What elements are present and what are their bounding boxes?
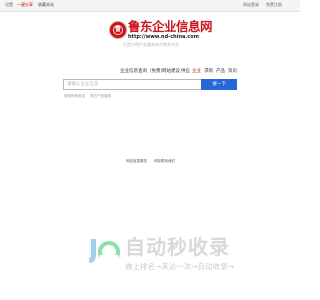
tab-site-building[interactable]: 网站建设 <box>162 68 180 76</box>
footer-contact-link[interactable]: 网站联系我们 <box>154 159 175 164</box>
watermark-j-shape <box>89 239 96 263</box>
watermark-ring-gap <box>100 255 118 263</box>
login-link[interactable]: 网站登录 <box>243 2 259 8</box>
top-bar: 设置 一键分享 收藏本站 网站登录 免费注册 <box>0 0 300 12</box>
watermark-subtitle: 做上排名→来访一次→自动收录→ <box>125 262 234 271</box>
tab-products[interactable]: 产品 <box>216 68 225 76</box>
register-link[interactable]: 免费注册 <box>266 2 282 8</box>
tab-news[interactable]: 资讯 <box>228 68 237 76</box>
settings-link[interactable]: 设置 <box>5 2 13 8</box>
footer-service-link[interactable]: 网站信息服务 <box>126 159 147 164</box>
search-input[interactable] <box>63 79 201 90</box>
site-title[interactable]: 鲁东企业信息网 <box>128 19 213 34</box>
tab-purchase[interactable]: 求购 <box>204 68 213 76</box>
other-search-link[interactable]: 其它产品搜索 <box>90 94 111 99</box>
logo-emblem-icon[interactable]: 鲁 <box>109 21 127 39</box>
emblem-glyph: 鲁 <box>114 26 121 33</box>
watermark-title: 自动秒收录 <box>125 235 230 259</box>
watermark-logo-icon <box>89 239 120 263</box>
search-button[interactable]: 搜一下 <box>201 79 237 90</box>
search-all-link[interactable]: 搜索所有信息 <box>64 94 85 99</box>
tab-supply[interactable]: 供应 <box>181 68 190 76</box>
bookmark-link[interactable]: 收藏本站 <box>38 2 54 8</box>
site-url: http://www.nd-china.com <box>128 34 199 40</box>
tab-enterprise[interactable]: 企业 <box>192 68 201 76</box>
site-slogan: 打造宁德产业服务电子商务平台 <box>123 42 179 47</box>
tab-company-query[interactable]: 企业信息查询（免费） <box>120 68 165 76</box>
share-link[interactable]: 一键分享 <box>17 2 33 8</box>
search-tabs: 企业信息查询（免费） 网站建设 供应 企业 求购 产品 资讯 <box>0 68 300 76</box>
